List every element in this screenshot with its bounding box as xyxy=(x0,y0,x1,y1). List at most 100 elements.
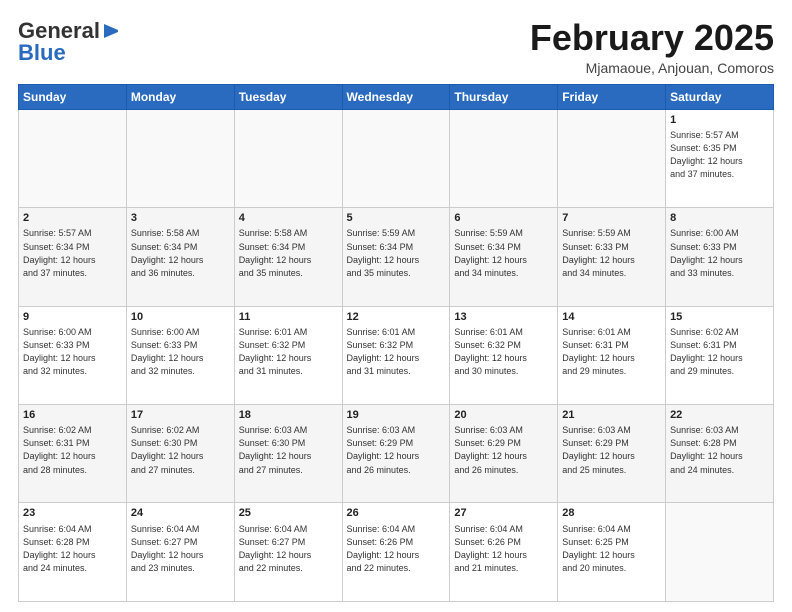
weekday-header-thursday: Thursday xyxy=(450,84,558,109)
day-info: Sunrise: 6:04 AM Sunset: 6:27 PM Dayligh… xyxy=(239,523,338,575)
day-info: Sunrise: 6:00 AM Sunset: 6:33 PM Dayligh… xyxy=(23,326,122,378)
day-info: Sunrise: 5:59 AM Sunset: 6:34 PM Dayligh… xyxy=(454,227,553,279)
calendar-cell: 16Sunrise: 6:02 AM Sunset: 6:31 PM Dayli… xyxy=(19,405,127,503)
day-number: 6 xyxy=(454,211,553,226)
title-block: February 2025 Mjamaoue, Anjouan, Comoros xyxy=(530,18,774,76)
calendar-table: SundayMondayTuesdayWednesdayThursdayFrid… xyxy=(18,84,774,602)
weekday-header-sunday: Sunday xyxy=(19,84,127,109)
day-info: Sunrise: 6:03 AM Sunset: 6:30 PM Dayligh… xyxy=(239,424,338,476)
day-info: Sunrise: 6:03 AM Sunset: 6:29 PM Dayligh… xyxy=(562,424,661,476)
day-number: 28 xyxy=(562,506,661,521)
day-number: 27 xyxy=(454,506,553,521)
calendar-cell: 11Sunrise: 6:01 AM Sunset: 6:32 PM Dayli… xyxy=(234,306,342,404)
day-info: Sunrise: 5:58 AM Sunset: 6:34 PM Dayligh… xyxy=(131,227,230,279)
day-number: 7 xyxy=(562,211,661,226)
calendar-cell: 5Sunrise: 5:59 AM Sunset: 6:34 PM Daylig… xyxy=(342,208,450,306)
calendar-cell: 13Sunrise: 6:01 AM Sunset: 6:32 PM Dayli… xyxy=(450,306,558,404)
logo-blue: Blue xyxy=(18,40,66,66)
calendar-cell: 22Sunrise: 6:03 AM Sunset: 6:28 PM Dayli… xyxy=(666,405,774,503)
calendar-cell: 3Sunrise: 5:58 AM Sunset: 6:34 PM Daylig… xyxy=(126,208,234,306)
day-number: 17 xyxy=(131,408,230,423)
day-info: Sunrise: 6:01 AM Sunset: 6:32 PM Dayligh… xyxy=(454,326,553,378)
calendar-cell: 6Sunrise: 5:59 AM Sunset: 6:34 PM Daylig… xyxy=(450,208,558,306)
calendar-cell xyxy=(19,109,127,207)
calendar-header-row: SundayMondayTuesdayWednesdayThursdayFrid… xyxy=(19,84,774,109)
logo: General Blue xyxy=(18,18,120,66)
day-info: Sunrise: 6:04 AM Sunset: 6:26 PM Dayligh… xyxy=(347,523,446,575)
day-number: 13 xyxy=(454,310,553,325)
calendar-week-5: 23 Sunrise: 6:04 AM Sunset: 6:28 PM Dayli… xyxy=(19,503,774,602)
day-info: Sunrise: 6:04 AM Sunset: 6:28 PM Dayligh… xyxy=(23,523,122,575)
calendar-cell: 14Sunrise: 6:01 AM Sunset: 6:31 PM Dayli… xyxy=(558,306,666,404)
logo-triangle-icon xyxy=(102,22,120,40)
calendar-cell: 18Sunrise: 6:03 AM Sunset: 6:30 PM Dayli… xyxy=(234,405,342,503)
weekday-header-tuesday: Tuesday xyxy=(234,84,342,109)
calendar-cell: 10Sunrise: 6:00 AM Sunset: 6:33 PM Dayli… xyxy=(126,306,234,404)
day-number: 20 xyxy=(454,408,553,423)
day-info: Sunrise: 6:03 AM Sunset: 6:29 PM Dayligh… xyxy=(347,424,446,476)
day-info: Sunrise: 6:01 AM Sunset: 6:32 PM Dayligh… xyxy=(239,326,338,378)
day-info: Sunrise: 5:59 AM Sunset: 6:33 PM Dayligh… xyxy=(562,227,661,279)
calendar-cell: 9Sunrise: 6:00 AM Sunset: 6:33 PM Daylig… xyxy=(19,306,127,404)
calendar-cell: 19Sunrise: 6:03 AM Sunset: 6:29 PM Dayli… xyxy=(342,405,450,503)
day-number: 19 xyxy=(347,408,446,423)
day-info: Sunrise: 6:02 AM Sunset: 6:31 PM Dayligh… xyxy=(670,326,769,378)
day-number: 14 xyxy=(562,310,661,325)
day-number: 3 xyxy=(131,211,230,226)
calendar-cell xyxy=(234,109,342,207)
calendar-cell: 12Sunrise: 6:01 AM Sunset: 6:32 PM Dayli… xyxy=(342,306,450,404)
day-number: 21 xyxy=(562,408,661,423)
day-info: Sunrise: 6:02 AM Sunset: 6:30 PM Dayligh… xyxy=(131,424,230,476)
day-info: Sunrise: 6:03 AM Sunset: 6:28 PM Dayligh… xyxy=(670,424,769,476)
calendar-cell: 1Sunrise: 5:57 AM Sunset: 6:35 PM Daylig… xyxy=(666,109,774,207)
calendar-cell: 27 Sunrise: 6:04 AM Sunset: 6:26 PM Dayli… xyxy=(450,503,558,602)
month-title: February 2025 xyxy=(530,18,774,58)
day-info: Sunrise: 6:00 AM Sunset: 6:33 PM Dayligh… xyxy=(670,227,769,279)
calendar-cell: 4Sunrise: 5:58 AM Sunset: 6:34 PM Daylig… xyxy=(234,208,342,306)
weekday-header-saturday: Saturday xyxy=(666,84,774,109)
weekday-header-monday: Monday xyxy=(126,84,234,109)
day-number: 25 xyxy=(239,506,338,521)
day-info: Sunrise: 5:59 AM Sunset: 6:34 PM Dayligh… xyxy=(347,227,446,279)
calendar-cell: 7Sunrise: 5:59 AM Sunset: 6:33 PM Daylig… xyxy=(558,208,666,306)
day-info: Sunrise: 5:58 AM Sunset: 6:34 PM Dayligh… xyxy=(239,227,338,279)
day-info: Sunrise: 6:02 AM Sunset: 6:31 PM Dayligh… xyxy=(23,424,122,476)
day-number: 16 xyxy=(23,408,122,423)
calendar-cell: 8Sunrise: 6:00 AM Sunset: 6:33 PM Daylig… xyxy=(666,208,774,306)
calendar-cell xyxy=(558,109,666,207)
day-number: 22 xyxy=(670,408,769,423)
weekday-header-wednesday: Wednesday xyxy=(342,84,450,109)
day-number: 4 xyxy=(239,211,338,226)
day-info: Sunrise: 6:00 AM Sunset: 6:33 PM Dayligh… xyxy=(131,326,230,378)
day-number: 1 xyxy=(670,113,769,128)
day-number: 23 xyxy=(23,506,122,521)
header: General Blue February 2025 Mjamaoue, Anj… xyxy=(18,18,774,76)
calendar-cell: 21Sunrise: 6:03 AM Sunset: 6:29 PM Dayli… xyxy=(558,405,666,503)
location-subtitle: Mjamaoue, Anjouan, Comoros xyxy=(530,60,774,76)
day-number: 8 xyxy=(670,211,769,226)
day-info: Sunrise: 6:03 AM Sunset: 6:29 PM Dayligh… xyxy=(454,424,553,476)
day-number: 18 xyxy=(239,408,338,423)
day-info: Sunrise: 6:04 AM Sunset: 6:26 PM Dayligh… xyxy=(454,523,553,575)
calendar-body: 1Sunrise: 5:57 AM Sunset: 6:35 PM Daylig… xyxy=(19,109,774,601)
day-number: 15 xyxy=(670,310,769,325)
day-info: Sunrise: 5:57 AM Sunset: 6:35 PM Dayligh… xyxy=(670,129,769,181)
calendar-cell: 20Sunrise: 6:03 AM Sunset: 6:29 PM Dayli… xyxy=(450,405,558,503)
calendar-cell xyxy=(126,109,234,207)
day-number: 5 xyxy=(347,211,446,226)
calendar-cell: 26Sunrise: 6:04 AM Sunset: 6:26 PM Dayli… xyxy=(342,503,450,602)
calendar-cell: 24 Sunrise: 6:04 AM Sunset: 6:27 PM Dayli… xyxy=(126,503,234,602)
day-info: Sunrise: 6:04 AM Sunset: 6:25 PM Dayligh… xyxy=(562,523,661,575)
calendar-cell: 28 Sunrise: 6:04 AM Sunset: 6:25 PM Dayli… xyxy=(558,503,666,602)
calendar-week-2: 2Sunrise: 5:57 AM Sunset: 6:34 PM Daylig… xyxy=(19,208,774,306)
calendar-cell xyxy=(342,109,450,207)
day-number: 9 xyxy=(23,310,122,325)
calendar-cell: 23 Sunrise: 6:04 AM Sunset: 6:28 PM Dayli… xyxy=(19,503,127,602)
calendar-cell: 2Sunrise: 5:57 AM Sunset: 6:34 PM Daylig… xyxy=(19,208,127,306)
day-number: 24 xyxy=(131,506,230,521)
day-number: 12 xyxy=(347,310,446,325)
day-info: Sunrise: 6:04 AM Sunset: 6:27 PM Dayligh… xyxy=(131,523,230,575)
day-number: 10 xyxy=(131,310,230,325)
calendar-cell: 15Sunrise: 6:02 AM Sunset: 6:31 PM Dayli… xyxy=(666,306,774,404)
day-number: 11 xyxy=(239,310,338,325)
